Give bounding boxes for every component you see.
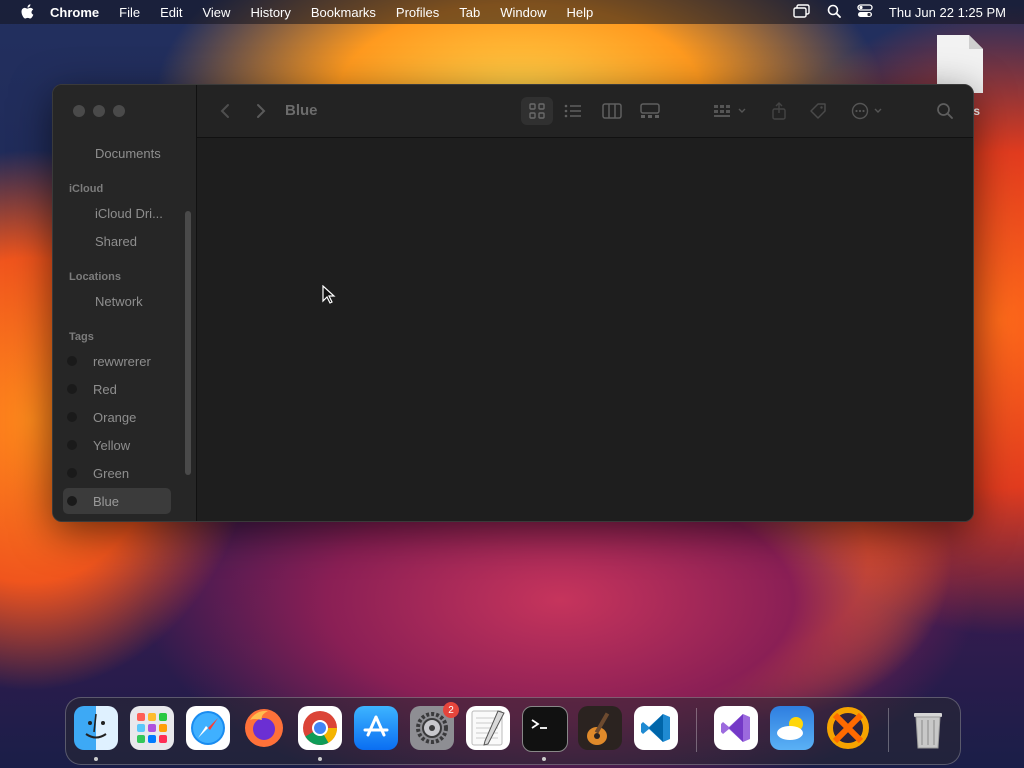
dock-separator [696,708,697,752]
notification-badge: 2 [443,702,459,718]
cloud-icon [65,207,79,219]
safari-icon[interactable] [186,706,230,750]
trash-icon[interactable] [906,706,950,750]
sidebar-item-label: Blue [93,493,120,509]
sidebar-scrollbar[interactable] [185,211,191,475]
menu-help[interactable]: Help [567,5,594,20]
dock: 2 [65,697,961,765]
minimize-button[interactable] [93,105,105,117]
finder-icon[interactable] [74,706,118,750]
gallery-view-icon[interactable] [635,97,665,125]
control-center-icon[interactable] [857,3,873,21]
mouse-cursor-icon [322,284,336,310]
shared-folder-icon [65,235,79,247]
group-by-icon[interactable] [711,97,751,125]
vscode-icon[interactable] [634,706,678,750]
menu-bar: Chrome File Edit View History Bookmarks … [0,0,1024,24]
tag-dot-icon [67,468,77,478]
app-store-icon[interactable] [354,706,398,750]
running-indicator [318,757,322,761]
spotlight-search-icon[interactable] [827,4,841,21]
sidebar-tag-yellow[interactable]: Yellow [63,432,171,458]
zoom-button[interactable] [113,105,125,117]
sidebar-item-label: Orange [93,409,137,425]
finder-window[interactable]: Documents iCloud iCloud Dri... Shared Lo… [52,84,974,522]
running-indicator [542,757,546,761]
menu-history[interactable]: History [250,5,290,20]
weather-icon[interactable] [770,706,814,750]
sidebar-item-label: rewwrerer [93,353,151,369]
menu-clock[interactable]: Thu Jun 22 1:25 PM [889,5,1006,20]
menu-profiles[interactable]: Profiles [396,5,439,20]
menu-tab[interactable]: Tab [459,5,480,20]
icon-view-icon[interactable] [521,97,553,125]
launchpad-icon[interactable] [130,706,174,750]
finder-toolbar: Blue [197,85,973,138]
close-button[interactable] [73,105,85,117]
tag-dot-icon [67,496,77,506]
list-view-icon[interactable] [559,97,587,125]
garageband-icon[interactable] [578,706,622,750]
tag-dot-icon [67,356,77,366]
screen-mirroring-icon[interactable] [793,3,811,21]
running-indicator [94,757,98,761]
menu-bookmarks[interactable]: Bookmarks [311,5,376,20]
window-controls [73,105,125,117]
sidebar-header-tags: Tags [69,331,94,343]
tag-dot-icon [67,384,77,394]
sidebar-item-documents[interactable]: Documents [63,140,171,166]
more-actions-icon[interactable] [849,97,889,125]
document-icon [65,147,79,159]
window-title: Blue [285,102,318,119]
textedit-icon[interactable] [466,706,510,750]
menu-edit[interactable]: Edit [160,5,182,20]
crossover-icon[interactable] [826,706,870,750]
sidebar-tag-red[interactable]: Red [63,376,171,402]
terminal-icon[interactable] [522,706,568,752]
dock-separator [888,708,889,752]
sidebar-tag-blue[interactable]: Blue [63,488,171,514]
column-view-icon[interactable] [597,97,627,125]
sidebar-item-label: Network [95,293,143,309]
sidebar-tag-rewwrerer[interactable]: rewwrerer [63,348,171,374]
sidebar-header-locations: Locations [69,271,121,283]
sidebar-item-label: iCloud Dri... [95,205,163,221]
menu-window[interactable]: Window [500,5,546,20]
sidebar-header-icloud: iCloud [69,183,104,195]
menu-app-chrome[interactable]: Chrome [50,5,99,20]
network-icon [65,295,79,307]
sidebar-item-label: Documents [95,145,161,161]
sidebar-item-label: Red [93,381,117,397]
sidebar-tag-green[interactable]: Green [63,460,171,486]
sidebar-item-shared[interactable]: Shared [63,228,171,254]
tag-dot-icon [67,440,77,450]
sidebar-item-label: Green [93,465,130,481]
menu-view[interactable]: View [202,5,230,20]
chrome-icon[interactable] [298,706,342,750]
apple-menu-icon[interactable] [18,3,36,21]
tag-dot-icon [67,412,77,422]
sidebar-item-network[interactable]: Network [63,288,171,314]
firefox-icon[interactable] [242,706,286,750]
sidebar-item-label: Shared [95,233,137,249]
sidebar-item-icloud-drive[interactable]: iCloud Dri... [63,200,171,226]
finder-sidebar: Documents iCloud iCloud Dri... Shared Lo… [53,85,197,521]
forward-chevron-icon[interactable] [249,97,273,125]
sidebar-item-label: Yellow [93,437,131,453]
menu-file[interactable]: File [119,5,140,20]
share-icon[interactable] [767,97,791,125]
visual-studio-icon[interactable] [714,706,758,750]
tag-icon[interactable] [805,97,831,125]
sidebar-tag-orange[interactable]: Orange [63,404,171,430]
search-icon[interactable] [931,97,959,125]
finder-content-area[interactable] [197,138,973,521]
back-chevron-icon[interactable] [213,97,237,125]
desktop-file-icon[interactable] [935,35,983,93]
